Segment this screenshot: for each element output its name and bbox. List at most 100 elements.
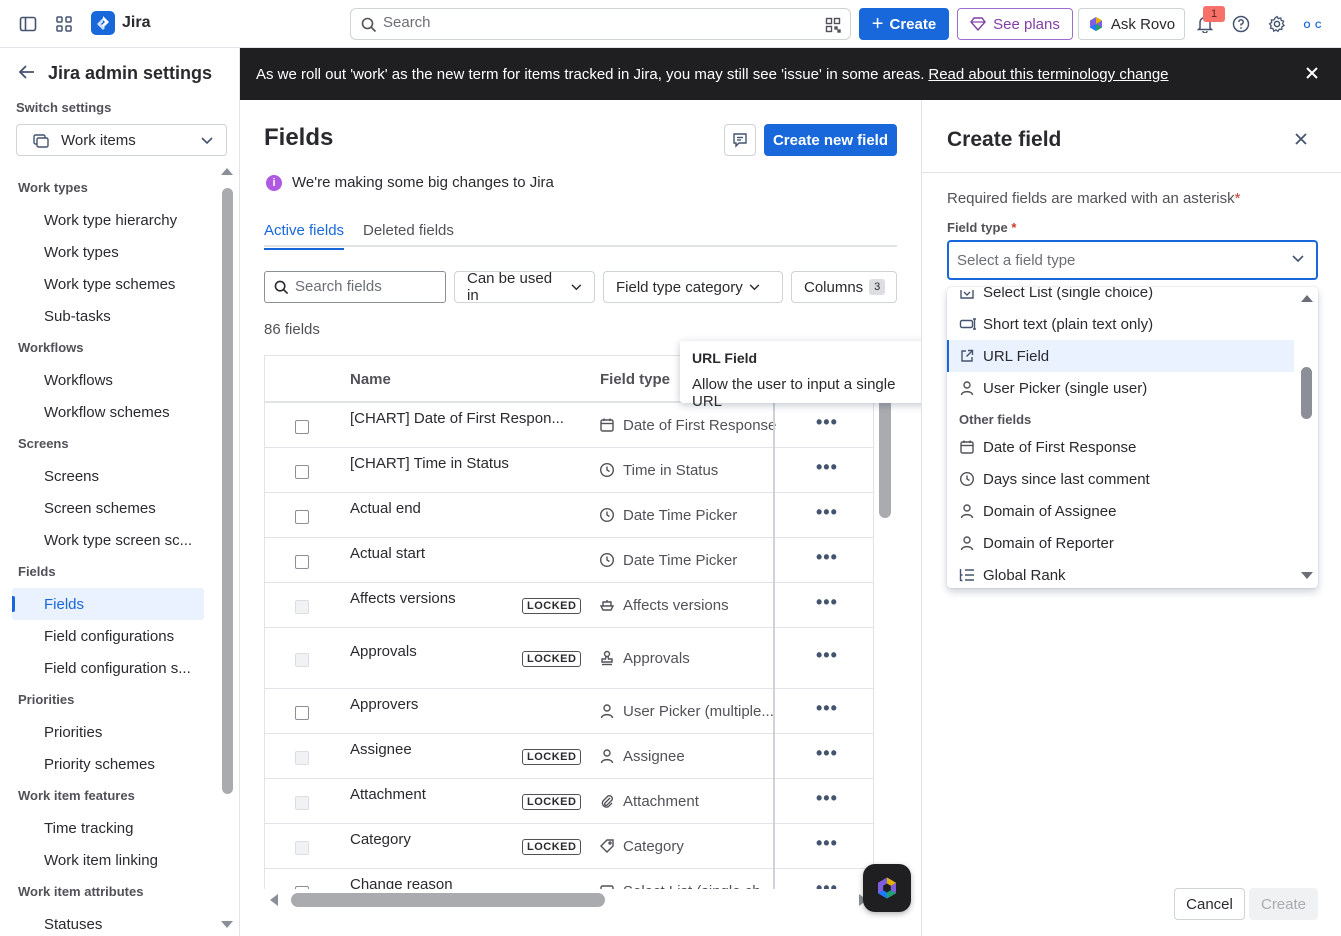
sidebar-toggle-icon[interactable] [12,8,44,40]
sidebar-item-screens[interactable]: Screens [12,460,204,492]
table-row[interactable]: Approvals LOCKED Approvals ••• [265,628,873,689]
menu-item-field-type[interactable]: Global Rank [947,559,1294,588]
tab-active-fields[interactable]: Active fields [264,222,345,250]
rovo-chat-button[interactable] [863,864,911,912]
scroll-up-arrow-icon[interactable] [220,166,234,176]
column-header-name[interactable]: Name [350,356,391,403]
more-actions-icon[interactable]: ••• [816,833,838,854]
field-name[interactable]: Approvers [350,696,565,713]
create-submit-button[interactable]: Create [1249,888,1318,920]
row-checkbox[interactable] [295,509,309,524]
banner-link[interactable]: Read about this terminology change [928,66,1168,83]
jira-logo-icon[interactable] [91,11,115,35]
field-name[interactable]: Change reason [350,876,565,890]
more-actions-icon[interactable]: ••• [816,788,838,809]
more-actions-icon[interactable]: ••• [816,457,838,478]
table-row[interactable]: [CHART] Time in Status Time in Status ••• [265,448,873,493]
field-name[interactable]: Actual start [350,545,565,562]
sidebar-item-work-type-schemes[interactable]: Work type schemes [12,268,204,300]
menu-item-field-type[interactable]: URL Field [947,340,1294,372]
more-actions-icon[interactable]: ••• [816,743,838,764]
table-row[interactable]: Assignee LOCKED Assignee ••• [265,734,873,779]
table-row[interactable]: Approvers User Picker (multiple... ••• [265,689,873,734]
row-checkbox[interactable] [295,705,309,720]
sidebar-item-work-type-screen-schemes[interactable]: Work type screen sc... [12,524,204,556]
sidebar-item-workflow-schemes[interactable]: Workflow schemes [12,396,204,428]
row-checkbox[interactable] [295,554,309,569]
qr-scan-icon[interactable] [825,17,841,33]
close-icon[interactable] [1294,132,1308,146]
ask-rovo-button[interactable]: Ask Rovo [1078,8,1185,40]
field-name[interactable]: [CHART] Time in Status [350,455,565,472]
more-actions-icon[interactable]: ••• [816,592,838,613]
close-icon[interactable] [1305,66,1319,80]
table-row[interactable]: Attachment LOCKED Attachment ••• [265,779,873,824]
more-actions-icon[interactable]: ••• [816,645,838,666]
row-checkbox[interactable] [295,419,309,434]
field-type-category-filter[interactable]: Field type category [603,271,783,303]
sidebar-item-work-types[interactable]: Work types [12,236,204,268]
sidebar-item-priority-schemes[interactable]: Priority schemes [12,748,204,780]
table-horizontal-scrollbar[interactable] [291,893,605,907]
app-name[interactable]: Jira [122,14,150,32]
table-row[interactable]: Category LOCKED Category ••• [265,824,873,869]
menu-item-field-type[interactable]: Days since last comment [947,463,1294,495]
column-header-field-type[interactable]: Field type [600,356,670,403]
table-row[interactable]: Change reason Select List (single ch... ••… [265,869,873,889]
scroll-left-arrow-icon[interactable] [267,893,281,907]
back-arrow-icon[interactable] [18,64,36,80]
create-new-field-button[interactable]: Create new field [764,124,897,156]
menu-item-field-type[interactable]: Short text (plain text only) [947,308,1294,340]
sidebar-scrollbar-thumb[interactable] [222,188,233,794]
sidebar-item-time-tracking[interactable]: Time tracking [12,812,204,844]
sidebar-item-priorities[interactable]: Priorities [12,716,204,748]
menu-item-field-type[interactable]: Domain of Assignee [947,495,1294,527]
more-actions-icon[interactable]: ••• [816,878,838,890]
tab-deleted-fields[interactable]: Deleted fields [363,222,454,239]
global-search[interactable] [350,8,851,40]
row-checkbox[interactable] [295,885,309,889]
search-fields[interactable] [264,271,446,303]
more-actions-icon[interactable]: ••• [816,412,838,433]
sidebar-item-field-configurations[interactable]: Field configurations [12,620,204,652]
sidebar-item-workflows[interactable]: Workflows [12,364,204,396]
menu-scroll-up-arrow-icon[interactable] [1300,293,1314,303]
row-checkbox[interactable] [295,464,309,479]
create-button[interactable]: + Create [859,8,949,40]
menu-scrollbar-thumb[interactable] [1301,367,1312,419]
table-row[interactable]: Actual end Date Time Picker ••• [265,493,873,538]
more-actions-icon[interactable]: ••• [816,547,838,568]
switch-settings-select[interactable]: Work items [16,124,227,156]
cancel-button[interactable]: Cancel [1174,888,1245,920]
columns-button[interactable]: Columns 3 [791,271,897,303]
sidebar-item-sub-tasks[interactable]: Sub-tasks [12,300,204,332]
table-row[interactable]: Actual start Date Time Picker ••• [265,538,873,583]
sidebar-item-work-item-linking[interactable]: Work item linking [12,844,204,876]
more-actions-icon[interactable]: ••• [816,698,838,719]
sidebar-item-statuses[interactable]: Statuses [12,908,204,936]
sidebar-item-field-configuration-schemes[interactable]: Field configuration s... [12,652,204,684]
user-avatar[interactable]: O C [1299,11,1327,39]
help-icon[interactable] [1225,8,1257,40]
feedback-button[interactable] [724,124,756,156]
sidebar-item-fields[interactable]: Fields [12,588,204,620]
menu-item-field-type[interactable]: Domain of Reporter [947,527,1294,559]
search-input[interactable] [383,14,803,31]
search-fields-input[interactable] [295,278,440,295]
sidebar-item-screen-schemes[interactable]: Screen schemes [12,492,204,524]
table-row[interactable]: Affects versions LOCKED Affects versions ••… [265,583,873,628]
menu-scroll-down-arrow-icon[interactable] [1300,571,1314,581]
see-plans-button[interactable]: See plans [957,8,1073,40]
sidebar-item-work-type-hierarchy[interactable]: Work type hierarchy [12,204,204,236]
can-be-used-in-filter[interactable]: Can be used in [454,270,595,304]
field-type-select[interactable]: Select a field type [947,240,1318,280]
menu-item-field-type[interactable]: Date of First Response [947,431,1294,463]
menu-item-field-type[interactable]: Select List (single choice) [947,287,1294,308]
field-name[interactable]: [CHART] Date of First Respon... [350,410,565,427]
field-name[interactable]: Actual end [350,500,565,517]
settings-gear-icon[interactable] [1261,8,1293,40]
more-actions-icon[interactable]: ••• [816,502,838,523]
scroll-down-arrow-icon[interactable] [220,920,234,930]
app-switcher-icon[interactable] [48,8,80,40]
menu-item-field-type[interactable]: User Picker (single user) [947,372,1294,404]
